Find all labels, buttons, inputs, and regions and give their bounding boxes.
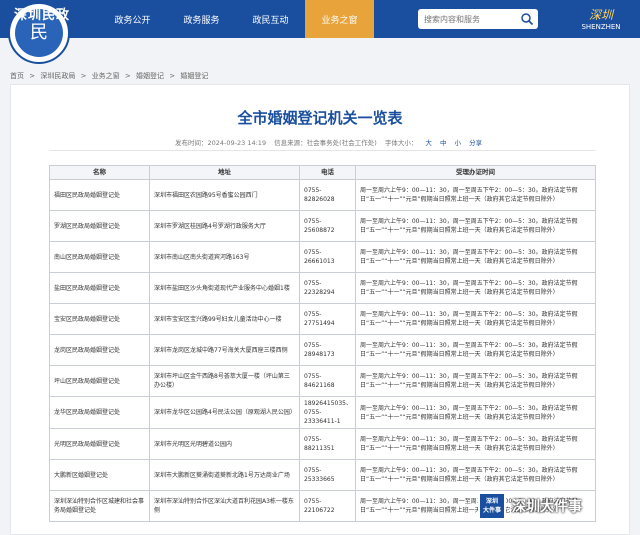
cell-address: 深圳市龙华区公园路4号民法公园（原观湖人民公园） [149,396,300,429]
nav-item-business-window[interactable]: 业务之窗 [305,0,374,38]
cell-hours: 周一至周六上午9：00—11：30，周一至周五下午2：00—5：30。政府法定节… [355,396,596,429]
cell-name: 坪山区民政局婚姻登记处 [49,365,150,397]
cell-tel: 0755-25608872 [299,210,356,242]
cell-name: 大鹏新区婚姻登记处 [49,459,150,491]
cell-address: 深圳市大鹏新区葵涌街道葵新北路1号万达商业广场 [149,459,300,491]
cell-hours: 周一至周六上午9：00—11：30，周一至周五下午2：00—5：30。政府法定节… [355,272,596,304]
breadcrumb-sep: > [80,72,87,80]
registry-table: 名称 地址 电话 受理办证时间 福田区民政局婚姻登记处 深圳市福田区农园路95号… [49,165,596,522]
watermark: 深圳 大件事 深圳大件事 [478,488,582,524]
article-meta: 发布时间：2024-09-23 14:19 信息来源：社会事务处(社会工作处) … [175,137,488,147]
nav-item-gov-service[interactable]: 政务服务 [167,0,236,38]
watermark-text: 深圳大件事 [512,499,582,515]
col-header-tel: 电话 [299,165,356,180]
cell-name: 福田区民政局婚姻登记处 [49,179,150,211]
search-input[interactable] [424,14,519,24]
cell-name: 罗湖区民政局婚姻登记处 [49,210,150,242]
search-box [418,9,538,29]
font-size-label: 字体大小： [384,139,418,147]
cell-tel: 0755-82826028 [299,179,356,211]
table-row: 盐田区民政局婚姻登记处 深圳市盐田区沙头角街道现代产业服务中心婚姻1楼 0755… [49,272,596,304]
breadcrumb-bureau[interactable]: 深圳民政局 [40,72,75,80]
cell-hours: 周一至周六上午9：00—11：30，周一至周五下午2：00—5：30。政府法定节… [355,365,596,397]
brand-sub: SHENZHEN [581,23,621,31]
cell-name: 深圳深汕特别合作区城建和社会事务局婚姻登记处 [49,490,150,522]
cell-tel: 0755-88211351 [299,428,356,460]
info-source: 信息来源：社会事务处(社会工作处) [274,139,377,147]
nav-item-interaction[interactable]: 政民互动 [236,0,305,38]
cell-hours: 周一至周六上午9：00—11：30，周一至周五下午2：00—5：30。政府法定节… [355,241,596,273]
cell-address: 深圳市罗湖区桂园路4号罗湖行政服务大厅 [149,210,300,242]
table-row: 龙华区民政局婚姻登记处 深圳市龙华区公园路4号民法公园（原观湖人民公园） 189… [49,396,596,429]
cell-tel: 18926415035、0755-23336411-1 [299,396,356,429]
col-header-address: 地址 [149,165,300,180]
publish-time: 发布时间：2024-09-23 14:19 [175,139,267,147]
cell-name: 盐田区民政局婚姻登记处 [49,272,150,304]
cell-name: 龙华区民政局婚姻登记处 [49,396,150,429]
table-row: 宝安区民政局婚姻登记处 深圳市宝安区宝兴路99号妇女儿童活动中心一楼 0755-… [49,303,596,335]
cell-name: 光明区民政局婚姻登记处 [49,428,150,460]
breadcrumb-sep: > [29,72,36,80]
page-title: 全市婚姻登记机关一览表 [237,109,403,127]
breadcrumb: 首页 > 深圳民政局 > 业务之窗 > 婚姻登记 > 婚姻登记 [10,71,211,81]
cell-hours: 周一至周六上午9：00—11：30，周一至周五下午2：00—5：30。政府法定节… [355,428,596,460]
cell-tel: 0755-22106722 [299,490,356,522]
font-size-small-button[interactable]: 小 [455,139,462,147]
cell-hours: 周一至周六上午9：00—11：30，周一至周五下午2：00—5：30。政府法定节… [355,459,596,491]
watermark-logo-icon: 深圳 大件事 [478,492,506,520]
table-row: 坪山区民政局婚姻登记处 深圳市坪山区金牛西路8号荟萃大厦一楼（坪山第三办公楼） … [49,365,596,397]
cell-address: 深圳市宝安区宝兴路99号妇女儿童活动中心一楼 [149,303,300,335]
cell-address: 深圳市南山区南头街道宾河路163号 [149,241,300,273]
top-header: 政务公开 政务服务 政民互动 业务之窗 深圳 SHENZHEN [0,0,640,38]
search-icon[interactable] [520,12,534,26]
breadcrumb-current[interactable]: 婚姻登记 [180,72,208,80]
brand-mark: 深圳 [588,8,613,22]
breadcrumb-sep: > [169,72,176,80]
main-nav: 政务公开 政务服务 政民互动 业务之窗 [98,0,374,38]
col-header-hours: 受理办证时间 [355,165,596,180]
cell-address: 深圳市深汕特别合作区深汕大道百利花园A3栋一楼东侧 [149,490,300,522]
cell-address: 深圳市盐田区沙头角街道现代产业服务中心婚姻1楼 [149,272,300,304]
cell-address: 深圳市光明区光明碧道公园内 [149,428,300,460]
table-row: 罗湖区民政局婚姻登记处 深圳市罗湖区桂园路4号罗湖行政服务大厅 0755-256… [49,210,596,242]
breadcrumb-marriage[interactable]: 婚姻登记 [136,72,164,80]
breadcrumb-window[interactable]: 业务之窗 [92,72,120,80]
cell-tel: 0755-25333665 [299,459,356,491]
table-header-row: 名称 地址 电话 受理办证时间 [49,165,596,180]
cell-tel: 0755-84621168 [299,365,356,397]
breadcrumb-home[interactable]: 首页 [10,72,24,80]
font-size-mid-button[interactable]: 中 [440,139,447,147]
font-size-big-button[interactable]: 大 [425,139,432,147]
cell-hours: 周一至周六上午9：00—11：30，周一至周五下午2：00—5：30。政府法定节… [355,210,596,242]
nav-item-gov-open[interactable]: 政务公开 [98,0,167,38]
cell-tel: 0755-22328294 [299,272,356,304]
cell-address: 深圳市坪山区金牛西路8号荟萃大厦一楼（坪山第三办公楼） [149,365,300,397]
site-name: 深圳民政 [14,8,71,23]
watermark-box-line1: 深圳 [485,498,498,505]
cell-tel: 0755-26661013 [299,241,356,273]
table-row: 南山区民政局婚姻登记处 深圳市南山区南头街道宾河路163号 0755-26661… [49,241,596,273]
divider [49,150,595,151]
cell-tel: 0755-27751494 [299,303,356,335]
cell-tel: 0755-28948173 [299,334,356,366]
breadcrumb-sep: > [124,72,131,80]
cell-name: 南山区民政局婚姻登记处 [49,241,150,273]
cell-hours: 周一至周六上午9：00—11：30，周一至周五下午2：00—5：30。政府法定节… [355,303,596,335]
cell-hours: 周一至周六上午9：00—11：30，周一至周五下午2：00—5：30。政府法定节… [355,179,596,211]
table-row: 光明区民政局婚姻登记处 深圳市光明区光明碧道公园内 0755-88211351 … [49,428,596,460]
cell-address: 深圳市福田区农园路95号香蜜公园西门 [149,179,300,211]
cell-name: 宝安区民政局婚姻登记处 [49,303,150,335]
table-row: 大鹏新区婚姻登记处 深圳市大鹏新区葵涌街道葵新北路1号万达商业广场 0755-2… [49,459,596,491]
share-button[interactable]: 分享 [469,139,482,147]
watermark-box-line2: 大件事 [482,507,501,514]
cell-address: 深圳市龙岗区龙城中路77号海关大厦西座三楼西侧 [149,334,300,366]
table-row: 福田区民政局婚姻登记处 深圳市福田区农园路95号香蜜公园西门 0755-8282… [49,179,596,211]
cell-hours: 周一至周六上午9：00—11：30，周一至周五下午2：00—5：30。政府法定节… [355,334,596,366]
shenzhen-brand-logo: 深圳 SHENZHEN [572,6,630,32]
cell-name: 龙岗区民政局婚姻登记处 [49,334,150,366]
table-row: 龙岗区民政局婚姻登记处 深圳市龙岗区龙城中路77号海关大厦西座三楼西侧 0755… [49,334,596,366]
article-panel: 全市婚姻登记机关一览表 发布时间：2024-09-23 14:19 信息来源：社… [10,84,630,535]
col-header-name: 名称 [49,165,150,180]
